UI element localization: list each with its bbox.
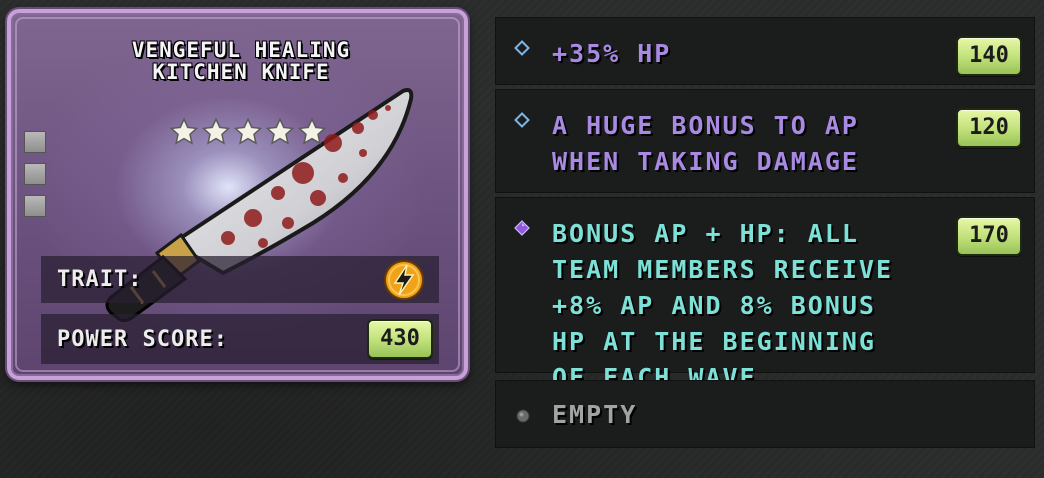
trait-label: TRAIT: — [57, 267, 143, 292]
power-score-label: POWER SCORE: — [57, 326, 228, 352]
star-rating — [169, 117, 327, 147]
power-score-value: 430 — [367, 319, 433, 359]
star-icon — [233, 117, 263, 145]
upgrade-slot[interactable] — [24, 131, 46, 153]
perk-value-badge: 120 — [956, 108, 1022, 148]
upgrade-slot[interactable] — [24, 163, 46, 185]
star-icon — [265, 117, 295, 145]
diamond-filled-purple-icon — [514, 220, 530, 236]
lightning-bolt-icon[interactable] — [383, 259, 425, 301]
perk-value-badge: 170 — [956, 216, 1022, 256]
perk-row[interactable]: BONUS AP + HP: ALL TEAM MEMBERS RECEIVE … — [495, 197, 1035, 392]
circle-gray-icon — [516, 409, 530, 423]
star-icon — [201, 117, 231, 145]
perk-row-empty[interactable]: EMPTY — [495, 380, 1035, 448]
diamond-outline-icon — [514, 40, 530, 56]
trait-row: TRAIT: — [41, 256, 439, 303]
item-card: VENGEFUL HEALING KITCHEN KNIFE TRAIT: PO… — [7, 9, 468, 380]
star-icon — [297, 117, 327, 145]
power-score-row: POWER SCORE: 430 — [41, 314, 439, 364]
perk-description: +35% HP — [552, 39, 672, 68]
upgrade-slots — [24, 131, 46, 217]
perk-row[interactable]: A HUGE BONUS TO AP WHEN TAKING DAMAGE 12… — [495, 89, 1035, 193]
star-icon — [169, 117, 199, 145]
item-name: VENGEFUL HEALING KITCHEN KNIFE — [131, 38, 351, 84]
perk-row[interactable]: +35% HP 140 — [495, 17, 1035, 85]
diamond-outline-icon — [514, 112, 530, 128]
perk-description: A HUGE BONUS TO AP WHEN TAKING DAMAGE — [552, 111, 859, 176]
perk-description: EMPTY — [552, 400, 638, 429]
perk-value-badge: 140 — [956, 36, 1022, 76]
perk-description: BONUS AP + HP: ALL TEAM MEMBERS RECEIVE … — [552, 219, 894, 392]
upgrade-slot[interactable] — [24, 195, 46, 217]
